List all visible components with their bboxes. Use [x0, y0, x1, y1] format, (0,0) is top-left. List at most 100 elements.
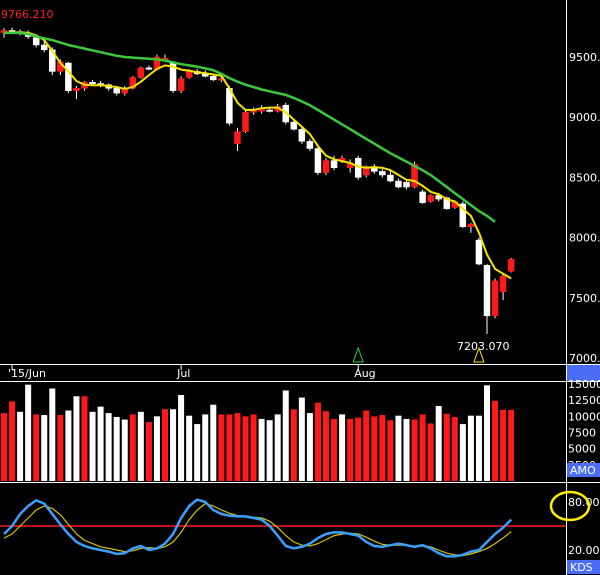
volume-bar — [306, 413, 313, 481]
candle-body — [330, 160, 338, 169]
oscillator-indicator-label: KDS — [570, 561, 593, 574]
date-x-axis: '15/Jun Jul Aug — [8, 365, 376, 380]
volume-bar — [427, 423, 434, 481]
volume-indicator-label: AMO — [570, 464, 596, 477]
volume-bar — [65, 410, 72, 481]
candle-body — [137, 67, 145, 78]
candle-body — [266, 109, 273, 112]
volume-bar — [355, 417, 362, 481]
volume-bar — [178, 394, 185, 481]
volume-bar — [258, 418, 265, 481]
volume-bar — [331, 418, 338, 481]
candle-body — [210, 76, 217, 81]
volume-bar — [202, 414, 209, 481]
volume-tick-label: 10000 — [568, 410, 600, 423]
candle-body — [475, 239, 483, 265]
candle-body — [298, 128, 306, 142]
volume-bar — [475, 415, 482, 481]
candle-body — [395, 180, 402, 188]
date-tick-label: Jul — [176, 367, 190, 380]
volume-bar — [443, 413, 450, 481]
volume-bar — [210, 404, 217, 481]
oscillator-k-line — [3, 498, 513, 558]
volume-bar — [57, 415, 64, 481]
volume-bar — [113, 416, 120, 481]
volume-bar — [371, 416, 378, 481]
volume-bar — [395, 415, 402, 481]
volume-bar — [145, 422, 152, 481]
volume-bar — [387, 420, 394, 481]
volume-bar — [403, 418, 410, 481]
volume-bar — [492, 400, 499, 481]
volume-bar — [25, 384, 32, 481]
volume-bar — [33, 414, 40, 481]
candle-body — [483, 265, 491, 317]
volume-bar — [274, 414, 281, 481]
high-value-label: 9766.210 — [1, 8, 54, 21]
price-y-axis: 9500. 9000. 8500. 8000. 7500. 7000. — [569, 51, 600, 365]
volume-bar — [298, 397, 305, 481]
volume-bar — [89, 411, 96, 481]
volume-bar — [282, 390, 289, 481]
candle-body — [427, 195, 434, 202]
volume-bar — [234, 413, 241, 481]
volume-bar — [49, 388, 56, 481]
candle-body — [499, 275, 507, 293]
volume-bar — [379, 415, 386, 481]
price-tick-label: 7000. — [569, 352, 600, 365]
volume-bar — [290, 409, 297, 481]
price-tick-label: 8500. — [569, 171, 600, 184]
candle-body — [113, 88, 120, 94]
candle-body — [73, 88, 80, 91]
volume-bar — [97, 406, 104, 481]
volume-bar — [194, 424, 201, 481]
oscillator-lines — [0, 498, 566, 558]
candle-body — [89, 82, 96, 85]
moving-averages — [3, 31, 512, 280]
volume-tick-label: 15000 — [568, 378, 600, 391]
volume-bar — [323, 411, 329, 481]
volume-bar — [242, 416, 249, 481]
low-value-label: 7203.070 — [457, 340, 510, 353]
oscillator-y-axis: 80.00 20.00 KDS — [549, 490, 600, 574]
price-tick-label: 7500. — [569, 292, 600, 305]
volume-bar — [73, 396, 80, 481]
volume-bar — [484, 385, 490, 481]
volume-bar — [266, 420, 273, 481]
price-annotations: 9766.210 7203.070 — [1, 8, 510, 363]
panel-frames — [0, 0, 600, 575]
volume-bar — [218, 414, 225, 481]
volume-bar — [1, 413, 7, 481]
candle-body — [185, 71, 193, 78]
oscillator-tick-label: 80.00 — [568, 496, 600, 509]
price-tick-label: 9000. — [569, 111, 600, 124]
volume-bar — [250, 414, 257, 481]
signal-triangle — [352, 346, 364, 363]
volume-bar — [153, 416, 160, 481]
candle-body — [322, 160, 330, 173]
volume-bar — [451, 416, 458, 481]
volume-bar — [419, 414, 426, 481]
volume-bar — [459, 424, 466, 481]
volume-bar — [500, 409, 507, 481]
candle-body — [65, 62, 72, 91]
volume-bar — [347, 418, 354, 481]
candle-body — [177, 78, 185, 91]
candle-body — [32, 37, 40, 46]
candle-body — [379, 171, 386, 176]
volume-tick-label: 12500 — [568, 394, 600, 407]
volume-bar — [81, 396, 88, 481]
volume-bar — [411, 419, 418, 481]
candle-body — [314, 148, 322, 173]
candle-body — [145, 67, 153, 70]
volume-bar — [162, 409, 168, 481]
date-tick-label: Aug — [354, 367, 375, 380]
oscillator-d-line — [3, 502, 512, 557]
volume-bar — [41, 415, 48, 481]
short-moving-average-line — [3, 31, 512, 280]
volume-tick-label: 7500 — [568, 427, 596, 440]
candle-body — [491, 280, 499, 317]
volume-bar — [17, 411, 24, 481]
volume-bar — [121, 419, 128, 481]
volume-bar — [9, 401, 16, 481]
